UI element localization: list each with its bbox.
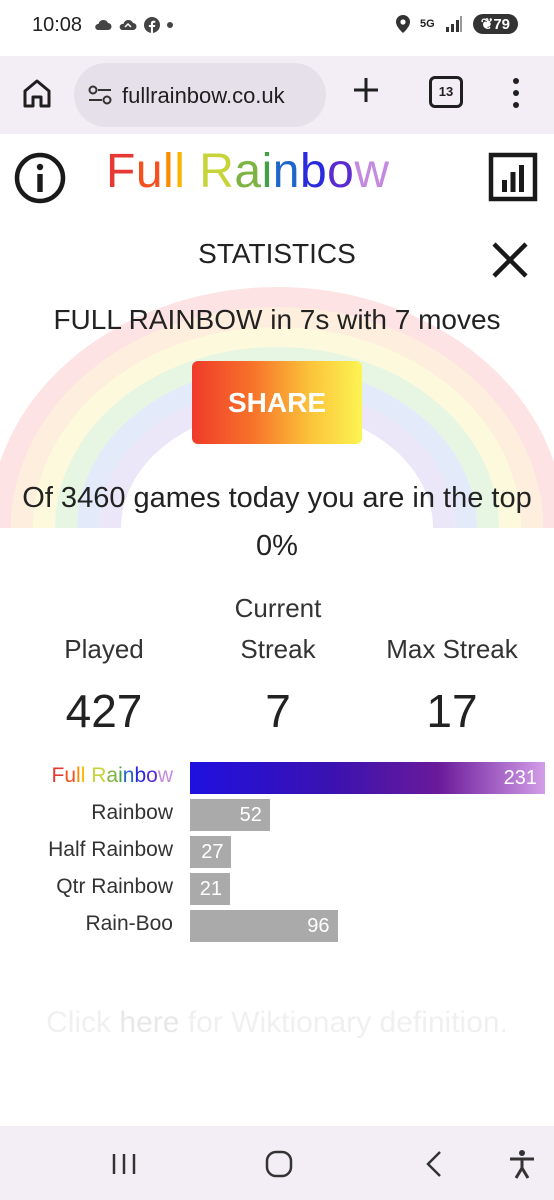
logo-letter: w — [354, 145, 390, 198]
stat-value: 427 — [65, 685, 143, 737]
wiktionary-post: for Wiktionary definition. — [179, 1006, 508, 1039]
app-header: Full Rainbow — [0, 134, 554, 216]
distribution-bar: 96 — [190, 910, 338, 942]
wiktionary-link[interactable]: here — [119, 1006, 179, 1039]
label-letter: F — [51, 764, 65, 787]
label-letter: a — [106, 764, 119, 787]
distribution-bar: 52 — [190, 799, 270, 831]
stat-label-line1: Current — [234, 593, 322, 623]
app-logo: Full Rainbow — [106, 144, 390, 199]
new-tab-icon[interactable] — [350, 74, 382, 106]
logo-letter: a — [234, 145, 262, 198]
cloud-icon — [95, 19, 112, 30]
home-nav-icon[interactable] — [261, 1146, 297, 1182]
distribution-label: Half Rainbow — [48, 838, 173, 861]
url-text[interactable]: fullrainbow.co.uk — [122, 83, 285, 109]
label-letter: w — [157, 764, 173, 787]
distribution-label: Qtr Rainbow — [56, 875, 173, 898]
stat-value: 17 — [426, 685, 478, 737]
location-icon — [396, 15, 411, 33]
recent-apps-icon[interactable] — [106, 1146, 142, 1182]
status-time: 10:08 — [32, 14, 83, 36]
more-options-icon[interactable] — [508, 76, 524, 110]
games-ranking-text: Of 3460 games today you are in the top 0… — [22, 482, 532, 562]
site-settings-icon[interactable] — [88, 85, 112, 105]
label-letter: u — [64, 764, 77, 787]
logo-letter: b — [299, 145, 328, 198]
distribution-row: Rain-Boo 96 — [0, 910, 554, 942]
distribution-bar: 231 — [190, 762, 545, 794]
accessibility-icon[interactable] — [504, 1146, 540, 1182]
logo-letter: n — [272, 145, 300, 198]
logo-letter: l — [163, 145, 175, 198]
status-bar: 10:08 5G ❦79 — [0, 0, 554, 56]
stat-label: Played — [64, 634, 144, 664]
label-letter: R — [91, 764, 107, 787]
label-letter: n — [122, 764, 135, 787]
label-letter: b — [134, 764, 147, 787]
close-icon[interactable] — [490, 240, 530, 280]
logo-letter: i — [261, 145, 273, 198]
signal-icon — [445, 16, 462, 32]
distribution-bar: 27 — [190, 836, 232, 868]
home-icon[interactable] — [20, 76, 54, 110]
distribution-row: Full Rainbow 231 — [0, 762, 554, 794]
stat-label: Max Streak — [386, 634, 518, 664]
stat-value: 7 — [265, 685, 291, 737]
notification-icons — [94, 17, 174, 33]
system-icons: 5G ❦79 — [396, 14, 518, 34]
tab-switcher-button[interactable]: 13 — [429, 76, 463, 108]
network-type: 5G — [420, 18, 435, 30]
battery-leaf-icon: ❦ — [480, 16, 494, 33]
back-icon[interactable] — [416, 1146, 452, 1182]
cloud-sync-icon — [119, 19, 137, 30]
result-summary: FULL RAINBOW in 7s with 7 moves — [53, 304, 501, 335]
wiktionary-link-text: Click here for Wiktionary definition. — [0, 1006, 554, 1040]
distribution-label: Rain-Boo — [85, 912, 173, 935]
battery-indicator: ❦79 — [472, 14, 518, 34]
address-bar[interactable]: fullrainbow.co.uk — [74, 63, 326, 127]
stat-label: Streak — [240, 634, 316, 664]
label-letter: o — [146, 764, 158, 787]
dot-icon — [167, 22, 173, 28]
distribution-label: Rainbow — [91, 801, 173, 824]
distribution-row: Rainbow 52 — [0, 799, 554, 831]
logo-letter: u — [135, 145, 164, 198]
share-button[interactable]: SHARE — [192, 361, 362, 444]
distribution-row: Half Rainbow 27 — [0, 836, 554, 868]
statistics-icon[interactable] — [488, 152, 538, 202]
modal-title: STATISTICS — [198, 238, 356, 269]
statistics-modal: STATISTICS FULL RAINBOW in 7s with 7 mov… — [0, 216, 554, 1126]
logo-letter: o — [327, 145, 355, 198]
logo-letter — [185, 145, 199, 198]
logo-letter: F — [106, 145, 136, 198]
distribution-row: Qtr Rainbow 21 — [0, 873, 554, 905]
battery-level: 79 — [493, 16, 510, 33]
logo-letter: R — [199, 145, 235, 198]
facebook-icon — [144, 17, 160, 33]
info-icon[interactable] — [14, 152, 66, 204]
wiktionary-pre: Click — [46, 1006, 120, 1039]
system-nav-bar — [0, 1126, 554, 1200]
logo-letter: l — [174, 145, 186, 198]
distribution-label: Full Rainbow — [52, 764, 173, 788]
distribution-bar: 21 — [190, 873, 230, 905]
browser-toolbar: fullrainbow.co.uk 13 — [0, 56, 554, 135]
